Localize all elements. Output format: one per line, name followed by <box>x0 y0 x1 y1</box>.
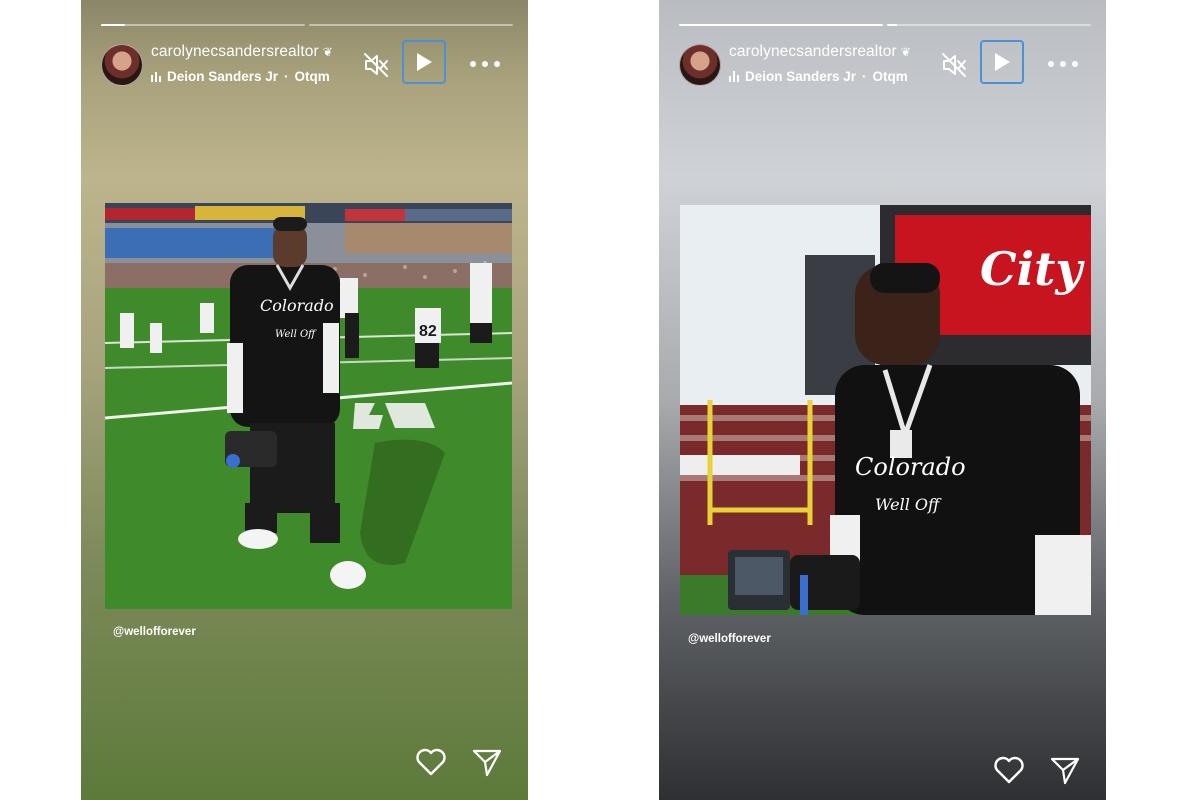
story-actions <box>992 753 1082 789</box>
music-bars-icon <box>729 71 739 82</box>
music-attribution[interactable]: Deion Sanders Jr · Otqm <box>729 69 908 84</box>
muted-speaker-icon <box>364 53 388 77</box>
share-button[interactable] <box>1048 753 1082 787</box>
story-panel-left: carolynecsanders​realtor ❦ Deion Sanders … <box>81 0 528 800</box>
story-header: carolynecsanders​realtor ❦ Deion Sanders … <box>99 40 510 90</box>
like-button[interactable] <box>992 753 1026 787</box>
progress-segment <box>101 24 305 26</box>
progress-segment <box>679 24 883 26</box>
story-progress-bar <box>101 24 513 26</box>
username-text: carolynecsanders​realtor <box>151 43 319 60</box>
photo-credit-caption[interactable]: @wellofforever <box>113 626 196 638</box>
story-photo: 82 Colorado Well Off <box>105 203 512 609</box>
dot-icon <box>1072 61 1078 67</box>
like-button[interactable] <box>414 745 448 779</box>
dot-icon <box>482 61 488 67</box>
stadium-photo: City Colorado Well Off <box>680 205 1091 615</box>
more-options-button[interactable] <box>470 54 500 74</box>
shirt-text-line2: Well Off <box>875 495 942 514</box>
progress-segment <box>309 24 513 26</box>
mute-button[interactable] <box>941 52 967 78</box>
play-button[interactable] <box>980 40 1024 84</box>
shirt-text-line2: Well Off <box>275 329 317 340</box>
username-text: carolynecsanders​realtor <box>729 43 897 60</box>
post-time: Otqm <box>294 69 330 84</box>
separator-dot: · <box>862 69 867 84</box>
separator-dot: · <box>284 69 289 84</box>
heart-icon <box>416 748 446 776</box>
paper-plane-icon <box>1050 757 1080 785</box>
photo-credit-caption[interactable]: @wellofforever <box>688 633 771 645</box>
stadium-sign-text: City <box>980 242 1085 296</box>
laurel-icon: ❦ <box>900 45 911 59</box>
progress-segment <box>887 24 1091 26</box>
dot-icon <box>1060 61 1066 67</box>
story-actions <box>414 745 504 781</box>
story-progress-bar <box>679 24 1091 26</box>
football-field-photo: 82 Colorado Well Off <box>105 203 512 609</box>
avatar[interactable] <box>679 44 721 86</box>
username-link[interactable]: carolynecsanders​realtor ❦ <box>151 43 333 61</box>
story-header: carolynecsanders​realtor ❦ Deion Sanders … <box>677 40 1088 90</box>
shirt-text-line1: Colorado <box>260 296 334 315</box>
music-attribution[interactable]: Deion Sanders Jr · Otqm <box>151 69 330 84</box>
dot-icon <box>470 61 476 67</box>
music-bars-icon <box>151 71 161 82</box>
play-button[interactable] <box>402 40 446 84</box>
dot-icon <box>494 61 500 67</box>
mute-button[interactable] <box>363 52 389 78</box>
username-link[interactable]: carolynecsanders​realtor ❦ <box>729 43 911 61</box>
more-options-button[interactable] <box>1048 54 1078 74</box>
avatar[interactable] <box>101 44 143 86</box>
play-icon <box>995 53 1010 71</box>
dot-icon <box>1048 61 1054 67</box>
paper-plane-icon <box>472 749 502 777</box>
story-photo: City Colorado Well Off <box>680 205 1091 615</box>
muted-speaker-icon <box>942 53 966 77</box>
music-artist: Deion Sanders Jr <box>745 69 857 84</box>
heart-icon <box>994 756 1024 784</box>
jersey-number: 82 <box>419 323 437 340</box>
laurel-icon: ❦ <box>322 45 333 59</box>
story-panel-right: carolynecsanders​realtor ❦ Deion Sanders … <box>659 0 1106 800</box>
share-button[interactable] <box>470 745 504 779</box>
post-time: Otqm <box>872 69 908 84</box>
shirt-text-line1: Colorado <box>855 453 966 481</box>
play-icon <box>417 53 432 71</box>
music-artist: Deion Sanders Jr <box>167 69 279 84</box>
